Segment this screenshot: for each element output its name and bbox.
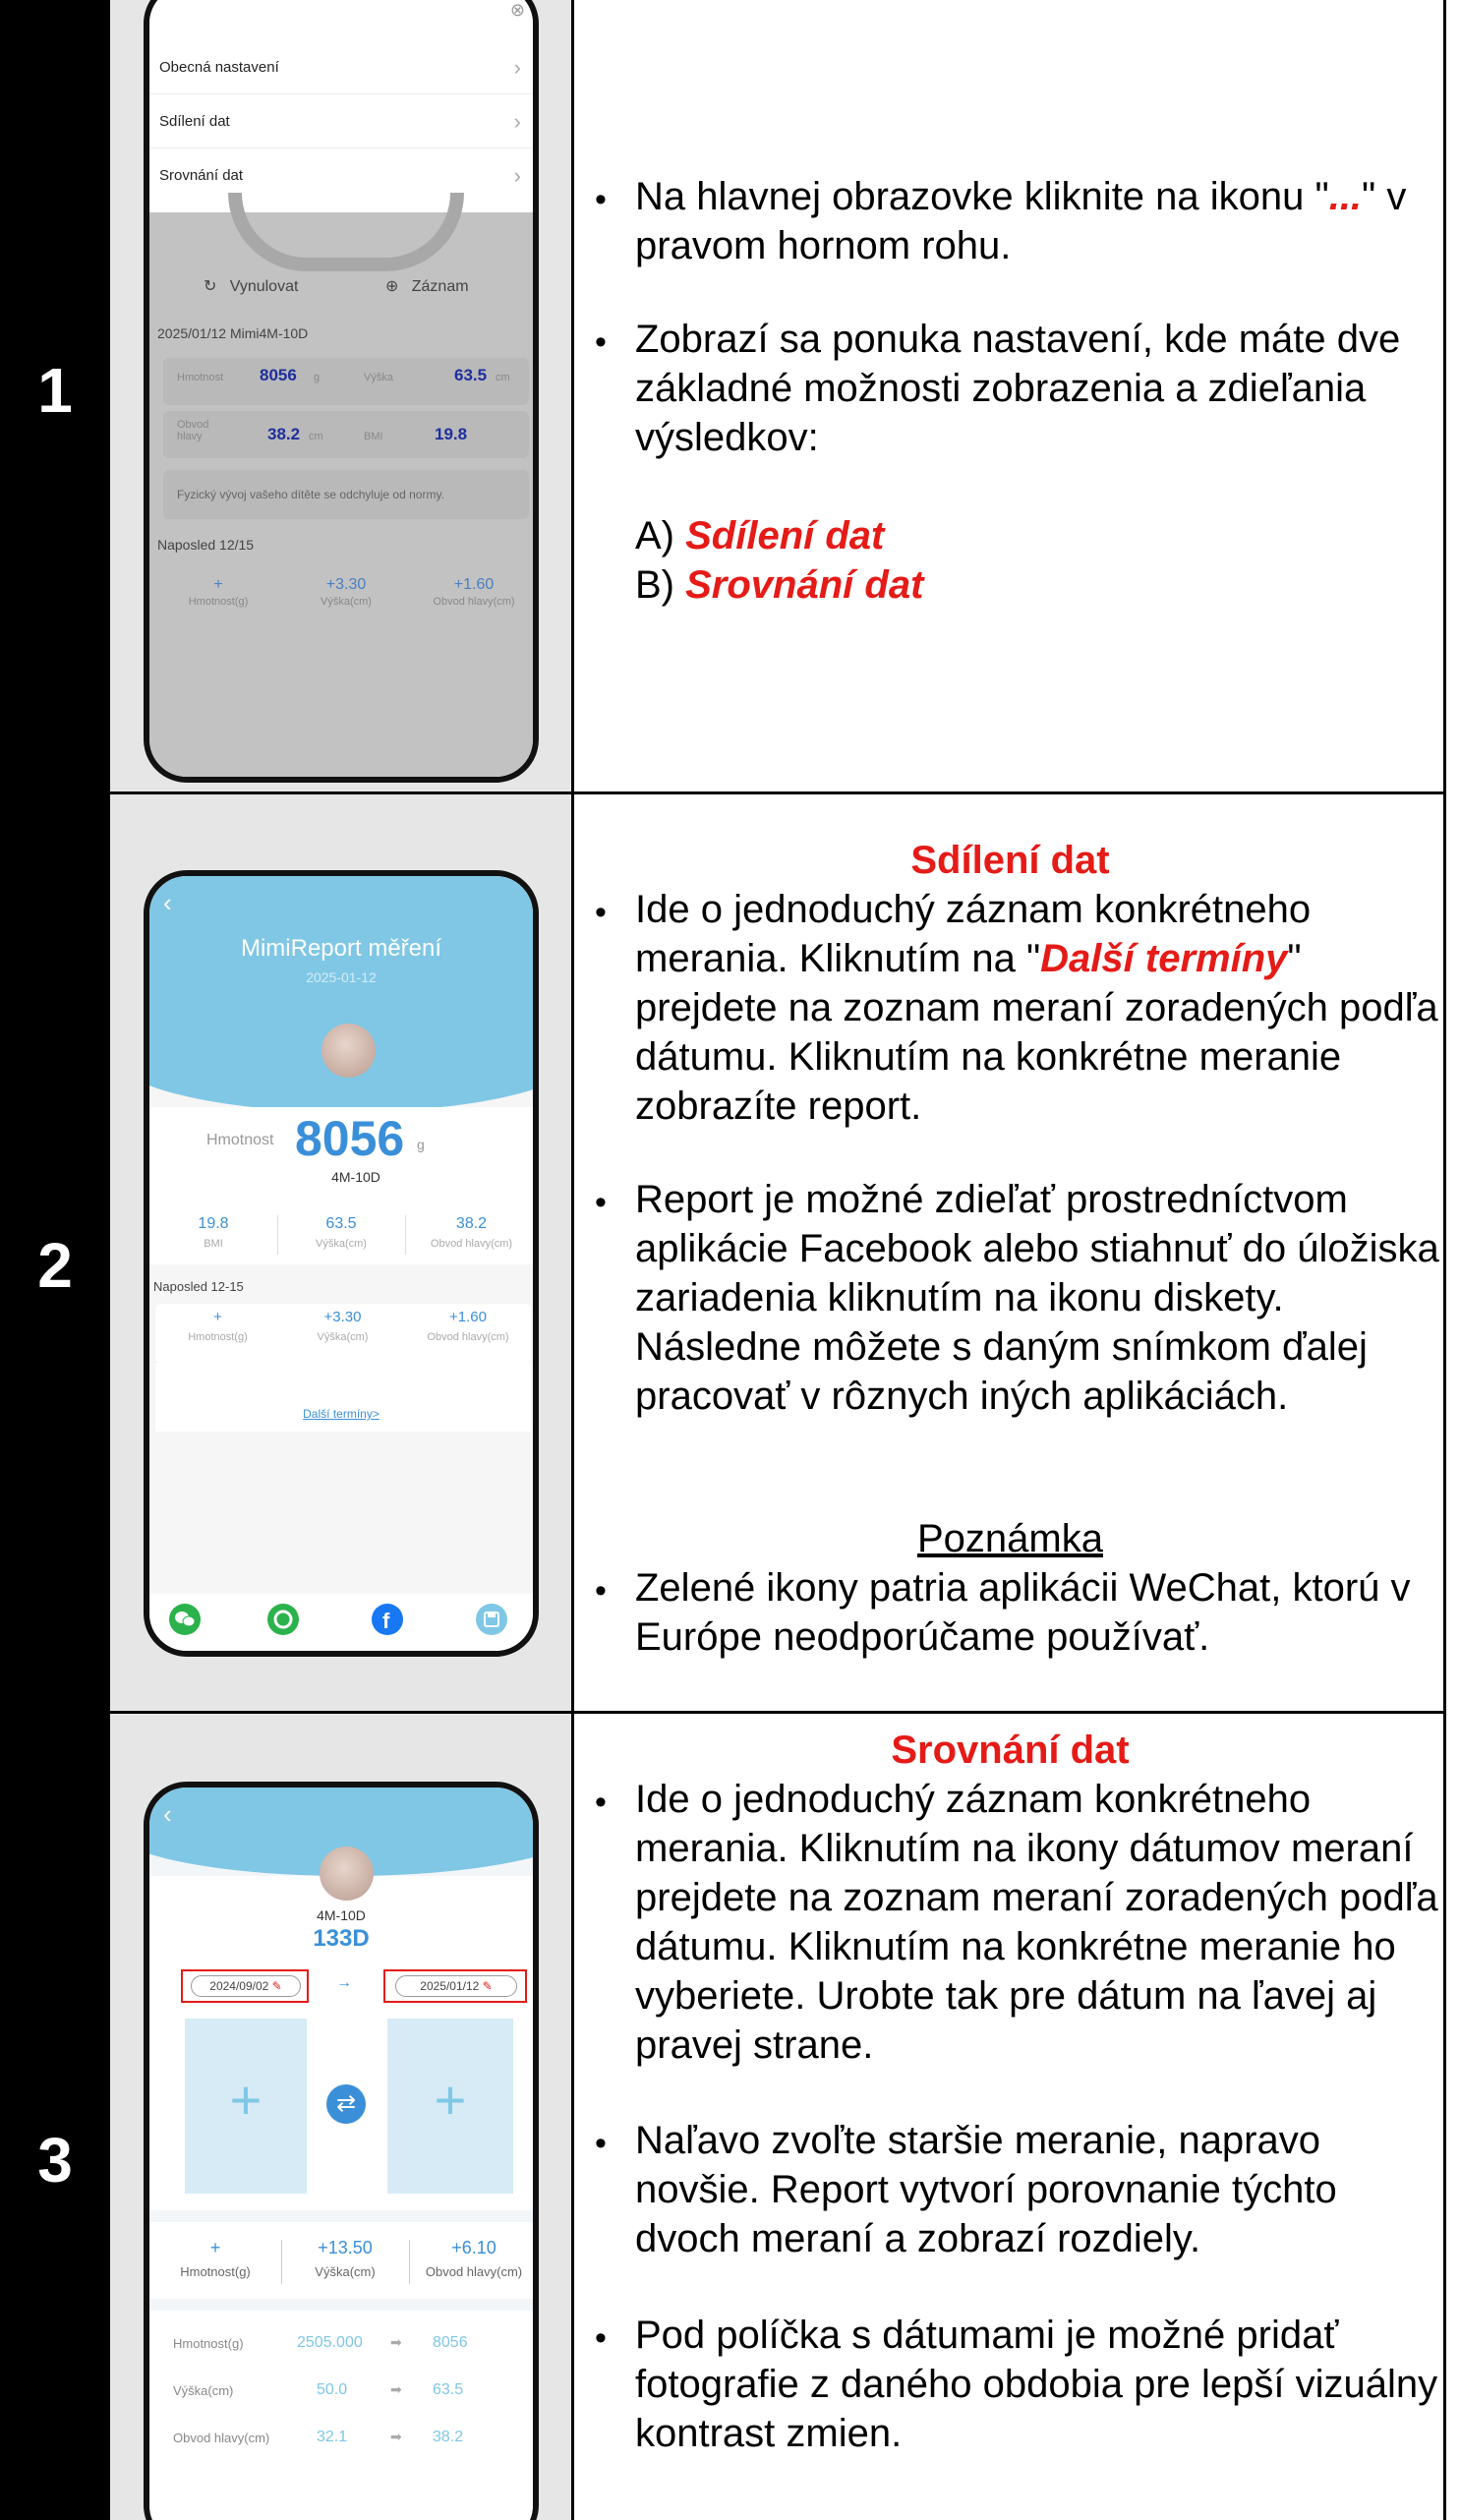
days-between: 133D [313, 1925, 370, 1952]
facebook-icon[interactable]: f [372, 1604, 403, 1635]
report-title: MimiReport měření [240, 935, 442, 962]
chevron-right-icon: › [513, 163, 521, 188]
phone-1-screenshot: ⊗ Obecná nastavení › Sdílení dat › Srovnán… [144, 0, 539, 783]
wechat-icon[interactable] [169, 1604, 201, 1635]
avatar [321, 1024, 376, 1078]
phone-3-screenshot: ‹ 4M-10D 133D 2024/09/02 ✎ 2025/01/12 ✎ … [144, 1782, 539, 2520]
row-divider [110, 1711, 1446, 1714]
step-2-heading: Sdílení dat [910, 839, 1110, 882]
menu-item-share-data[interactable]: Sdílení dat › [149, 94, 533, 148]
menu-item-general[interactable]: Obecná nastavení › [149, 40, 533, 94]
step-1-bullet-2: Zobrazí sa ponuka nastavení, kde máte dv… [635, 318, 1401, 459]
step-1-bullet-1: Na hlavnej obrazovke kliknite na ikonu "… [635, 175, 1407, 267]
plus-icon: + [434, 2069, 467, 2131]
arrow-right-icon: → [336, 1974, 352, 1991]
record-button[interactable]: ⊕ Záznam [385, 276, 469, 296]
add-photo-right[interactable]: + [387, 2019, 513, 2194]
chevron-right-icon: › [513, 109, 521, 134]
more-dates-link[interactable]: Další termíny> [149, 1407, 533, 1421]
option-b: B) Srovnání dat [635, 563, 924, 607]
step-1-number: 1 [37, 355, 73, 426]
step-2-bullet-3: Zelené ikony patria aplikácii WeChat, kt… [635, 1566, 1411, 1659]
step-2-number: 2 [37, 1230, 73, 1301]
weight-value: 8056 [295, 1111, 405, 1166]
step-3-number: 3 [37, 2125, 73, 2196]
option-a: A) Sdílení dat [635, 514, 885, 557]
instruction-table: 1 2 3 ⊗ Obecná nastavení › Sdílení dat › S… [0, 0, 1460, 2520]
step-3-heading: Srovnání dat [891, 1729, 1130, 1772]
back-icon[interactable]: ‹ [163, 888, 172, 918]
row-divider [110, 791, 1446, 794]
plus-icon: + [229, 2069, 263, 2131]
reset-button[interactable]: ↻ Vynulovat [204, 276, 298, 296]
chevron-right-icon: › [513, 55, 521, 80]
svg-text:f: f [382, 1609, 390, 1633]
step-3-bullet-2: Naľavo zvoľte staršie meranie, napravo n… [635, 2119, 1337, 2260]
date-right-selector[interactable]: 2025/01/12 ✎ [395, 1975, 517, 1997]
step-2-bullet-1: Ide o jednoduchý záznam konkrétneho mera… [635, 888, 1438, 1128]
close-icon[interactable]: ⊗ [510, 0, 525, 21]
note-heading: Poznámka [917, 1517, 1103, 1560]
warning-message: Fyzický vývoj vašeho dítěte se odchyluje… [163, 470, 529, 519]
record-line[interactable]: 2025/01/12 Mimi4M-10D [157, 325, 308, 341]
step-3-bullet-1: Ide o jednoduchý záznam konkrétneho mera… [635, 1778, 1438, 2067]
step-3-bullet-3: Pod políčka s dátumami je možné pridať f… [635, 2314, 1438, 2455]
date-left-selector[interactable]: 2024/09/02 ✎ [191, 1975, 301, 1997]
report-date: 2025-01-12 [306, 969, 377, 985]
step-2-bullet-2: Report je možné zdieľať prostredníctvom … [635, 1178, 1439, 1418]
avatar [320, 1846, 374, 1901]
back-icon[interactable]: ‹ [163, 1799, 172, 1830]
save-disk-icon[interactable] [476, 1604, 507, 1635]
phone-2-screenshot: ‹ MimiReport měření 2025-01-12 Hmotnost … [144, 870, 539, 1657]
swap-icon[interactable]: ⇄ [326, 2084, 366, 2124]
add-photo-left[interactable]: + [185, 2019, 307, 2194]
wechat-moments-icon[interactable] [267, 1604, 299, 1635]
